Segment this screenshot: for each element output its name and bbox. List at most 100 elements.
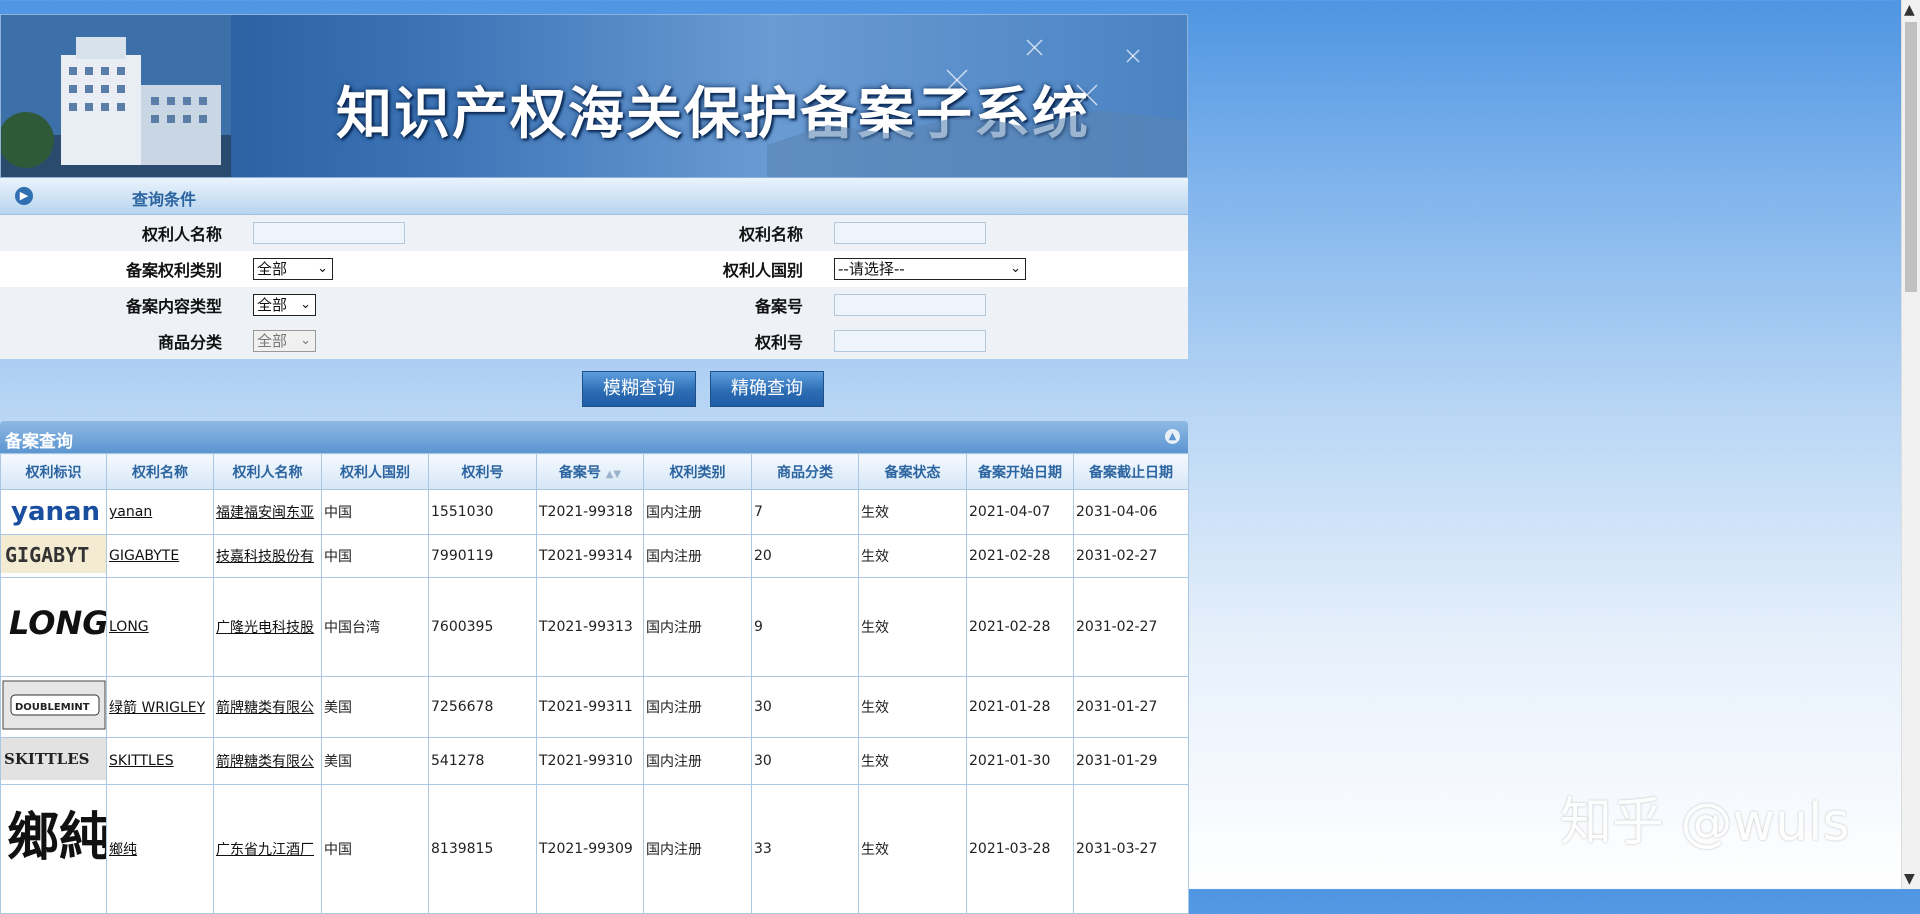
record-type-label: 备案权利类别 (0, 251, 237, 287)
results-section-header: 备案查询 ▲ (0, 421, 1188, 453)
table-row[interactable]: SKITTLES SKITTLES 箭牌糖类有限公 美国 541278 T202… (0, 737, 1189, 785)
results-section-title: 备案查询 (5, 432, 73, 452)
right-no: 1551030 (428, 489, 537, 535)
end-date: 2031-01-29 (1073, 737, 1189, 785)
col-end-date[interactable]: 备案截止日期 (1073, 453, 1189, 490)
holder-name-label: 权利人名称 (141, 225, 222, 244)
holder-name-link[interactable]: 广东省九江酒厂 (213, 784, 322, 914)
record-no: T2021-99313 (536, 577, 644, 677)
right-name-link[interactable]: yanan (106, 489, 214, 535)
record-status: 生效 (858, 534, 967, 578)
holder-name-link[interactable]: 技嘉科技股份有 (213, 534, 322, 578)
holder-name-link[interactable]: 广隆光电科技股 (213, 577, 322, 677)
scroll-up-icon[interactable]: ▲ (1904, 2, 1915, 18)
chevron-down-icon: ⌄ (317, 261, 328, 276)
table-row[interactable]: yanan yanan 福建福安闽东亚 中国 1551030 T2021-993… (0, 489, 1189, 535)
col-right-type[interactable]: 权利类别 (643, 453, 752, 490)
goods-class-select: 全部 ⌄ (253, 330, 316, 352)
start-date: 2021-01-28 (966, 676, 1074, 738)
record-status: 生效 (858, 737, 967, 785)
goods-class-label: 商品分类 (157, 333, 222, 352)
holder-country: 中国 (321, 534, 429, 578)
trademark-logo: yanan (0, 489, 107, 535)
goods-class: 30 (751, 676, 859, 738)
vertical-scrollbar[interactable]: ▲ ▼ (1901, 0, 1920, 889)
scroll-down-icon[interactable]: ▼ (1904, 871, 1915, 887)
record-type-value: 全部 (257, 260, 288, 278)
query-buttons: 模糊查询 精确查询 (0, 359, 1188, 421)
right-no: 7600395 (428, 577, 537, 677)
trademark-logo-text: SKITTLES (4, 750, 90, 768)
sort-icon[interactable]: ▲▼ (606, 469, 621, 480)
content-type-select[interactable]: 全部 ⌄ (253, 294, 316, 316)
right-name-link[interactable]: 绿箭 WRIGLEY (106, 676, 214, 738)
content-type-value: 全部 (257, 296, 288, 314)
trademark-logo-text: LONG (9, 604, 107, 642)
holder-country: 中国台湾 (321, 577, 429, 677)
col-right-name[interactable]: 权利名称 (106, 453, 214, 490)
col-start-date[interactable]: 备案开始日期 (966, 453, 1074, 490)
chevron-down-icon: ⌄ (1010, 261, 1021, 276)
record-no-input[interactable] (834, 294, 986, 316)
customs-building-image (1, 15, 231, 177)
right-no: 7256678 (428, 676, 537, 738)
end-date: 2031-04-06 (1073, 489, 1189, 535)
holder-name-input[interactable] (253, 222, 405, 244)
record-status: 生效 (858, 676, 967, 738)
holder-country-select[interactable]: --请选择-- ⌄ (834, 258, 1026, 280)
col-logo[interactable]: 权利标识 (0, 453, 107, 490)
scrollbar-thumb[interactable] (1905, 22, 1917, 292)
end-date: 2031-02-27 (1073, 577, 1189, 677)
start-date: 2021-01-30 (966, 737, 1074, 785)
table-row[interactable]: GIGABYT GIGABYTE 技嘉科技股份有 中国 7990119 T202… (0, 534, 1189, 578)
record-no-label: 备案号 (754, 297, 803, 316)
right-name-link[interactable]: 鄉纯 (106, 784, 214, 914)
results-table: 权利标识 权利名称 权利人名称 权利人国别 权利号 备案号 ▲▼ 权利类别 商品… (0, 453, 1189, 914)
collapse-icon[interactable]: ▲ (1165, 429, 1180, 444)
table-row[interactable]: DOUBLEMINT 绿箭 WRIGLEY 箭牌糖类有限公 美国 7256678… (0, 676, 1189, 738)
trademark-logo-text: GIGABYT (5, 543, 89, 567)
goods-class: 20 (751, 534, 859, 578)
start-date: 2021-02-28 (966, 534, 1074, 578)
table-row[interactable]: 鄉純 鄉纯 广东省九江酒厂 中国 8139815 T2021-99309 国内注… (0, 784, 1189, 914)
chevron-down-icon: ⌄ (300, 333, 311, 348)
holder-name-link[interactable]: 箭牌糖类有限公 (213, 737, 322, 785)
record-no: T2021-99318 (536, 489, 644, 535)
col-record-no[interactable]: 备案号 ▲▼ (536, 453, 644, 490)
trademark-logo: SKITTLES (0, 737, 107, 785)
record-no: T2021-99310 (536, 737, 644, 785)
header-banner: 知识产权海关保护备案子系统 (0, 14, 1188, 178)
holder-name-link[interactable]: 箭牌糖类有限公 (213, 676, 322, 738)
decorative-sparkles (767, 39, 1187, 177)
holder-country: 美国 (321, 737, 429, 785)
right-type: 国内注册 (643, 534, 752, 578)
holder-country: 美国 (321, 676, 429, 738)
col-goods-class[interactable]: 商品分类 (751, 453, 859, 490)
chevron-down-icon: ⌄ (300, 297, 311, 312)
right-name-link[interactable]: SKITTLES (106, 737, 214, 785)
col-holder-country[interactable]: 权利人国别 (321, 453, 429, 490)
right-name-link[interactable]: GIGABYTE (106, 534, 214, 578)
trademark-logo: 鄉純 (0, 784, 107, 914)
record-no: T2021-99314 (536, 534, 644, 578)
query-section-title: 查询条件 (132, 190, 197, 209)
right-type: 国内注册 (643, 577, 752, 677)
goods-class: 7 (751, 489, 859, 535)
holder-name-link[interactable]: 福建福安闽东亚 (213, 489, 322, 535)
goods-class: 30 (751, 737, 859, 785)
fuzzy-search-button[interactable]: 模糊查询 (582, 371, 696, 407)
record-type-select[interactable]: 全部 ⌄ (253, 258, 333, 280)
table-row[interactable]: LONG LONG 广隆光电科技股 中国台湾 7600395 T2021-993… (0, 577, 1189, 677)
exact-search-button[interactable]: 精确查询 (710, 371, 824, 407)
col-right-no[interactable]: 权利号 (428, 453, 537, 490)
right-name-label: 权利名称 (738, 225, 803, 244)
record-no: T2021-99311 (536, 676, 644, 738)
goods-class-value: 全部 (257, 332, 288, 350)
right-name-input[interactable] (834, 222, 986, 244)
right-name-link[interactable]: LONG (106, 577, 214, 677)
trademark-logo: DOUBLEMINT (0, 676, 107, 738)
page-container: 知识产权海关保护备案子系统 ▶ 查询条件 权利人名称 权利名称 备案权利类别 全… (0, 14, 1189, 914)
col-holder-name[interactable]: 权利人名称 (213, 453, 322, 490)
right-no-input[interactable] (834, 330, 986, 352)
col-status[interactable]: 备案状态 (858, 453, 967, 490)
